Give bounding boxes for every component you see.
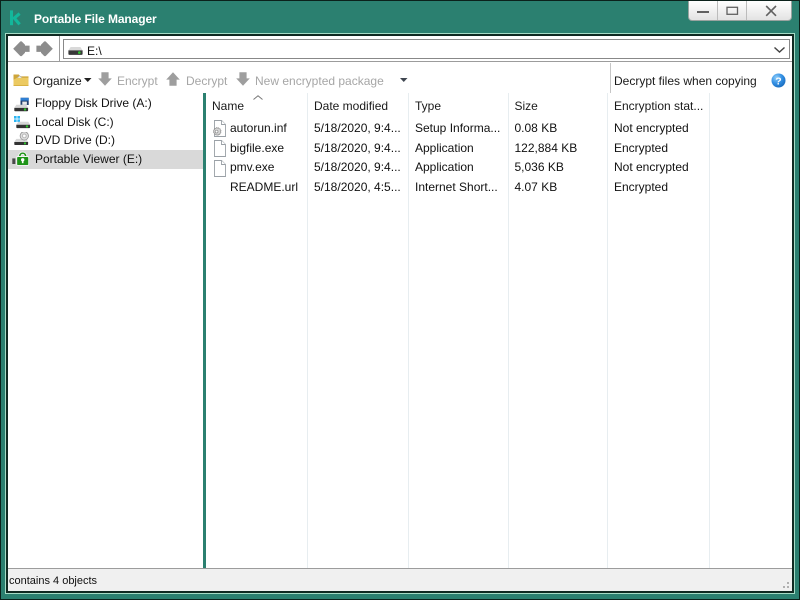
svg-text:?: ? [775, 75, 781, 87]
